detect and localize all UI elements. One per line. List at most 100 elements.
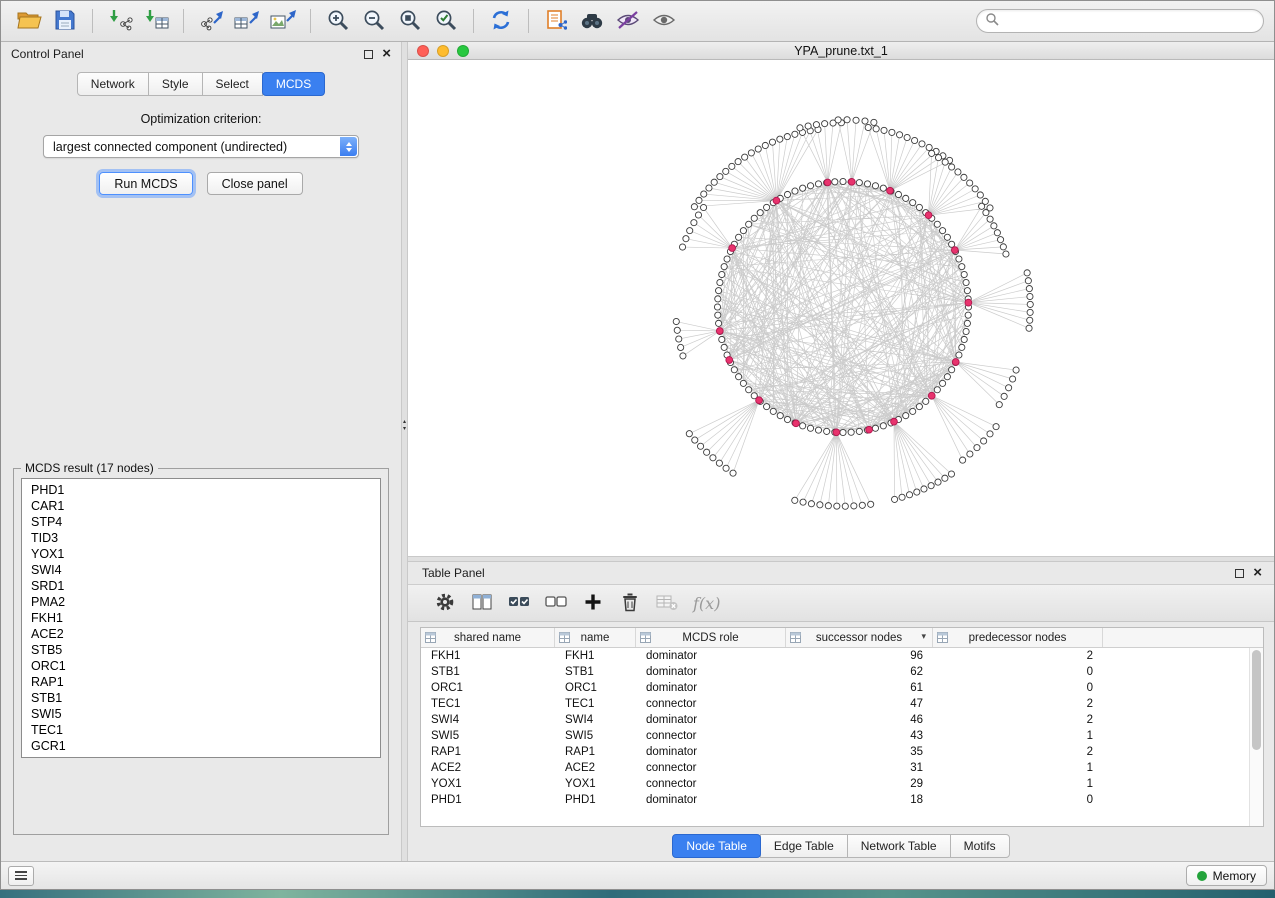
network-node[interactable]: [691, 220, 697, 226]
network-node[interactable]: [868, 501, 874, 507]
mcds-node-item[interactable]: RAP1: [22, 674, 380, 690]
network-node[interactable]: [964, 288, 970, 294]
share-document-button[interactable]: [538, 6, 574, 37]
network-node[interactable]: [983, 209, 989, 215]
column-grid-icon[interactable]: [559, 632, 570, 646]
network-node[interactable]: [714, 304, 720, 310]
float-panel-icon[interactable]: [364, 50, 373, 59]
network-node[interactable]: [880, 423, 886, 429]
gear-button[interactable]: [430, 589, 460, 617]
network-node[interactable]: [967, 451, 973, 457]
network-node[interactable]: [916, 204, 922, 210]
splitter-grip-icon[interactable]: ▴▾: [402, 419, 407, 433]
open-folder-button[interactable]: [11, 6, 47, 37]
network-node[interactable]: [928, 483, 934, 489]
network-node[interactable]: [815, 427, 821, 433]
column-grid-icon[interactable]: [937, 632, 948, 646]
network-node[interactable]: [724, 256, 730, 262]
network-node[interactable]: [770, 408, 776, 414]
task-history-button[interactable]: [8, 866, 34, 886]
table-row[interactable]: PHD1PHD1dominator180: [421, 792, 1263, 808]
table-row[interactable]: RAP1RAP1dominator352: [421, 744, 1263, 760]
network-node[interactable]: [1027, 317, 1033, 323]
network-node[interactable]: [813, 122, 819, 128]
column-header-successor-nodes[interactable]: successor nodes▾: [786, 628, 933, 647]
dominator-node[interactable]: [773, 197, 780, 204]
network-node[interactable]: [914, 489, 920, 495]
dominator-node[interactable]: [726, 357, 733, 364]
network-node[interactable]: [842, 503, 848, 509]
mcds-node-item[interactable]: ORC1: [22, 658, 380, 674]
network-node[interactable]: [729, 163, 735, 169]
network-node[interactable]: [757, 210, 763, 216]
split-columns-button[interactable]: [467, 589, 497, 617]
network-node[interactable]: [919, 141, 925, 147]
network-node[interactable]: [751, 215, 757, 221]
delete-row-button[interactable]: [615, 589, 645, 617]
network-node[interactable]: [923, 398, 929, 404]
network-node[interactable]: [695, 212, 701, 218]
network-node[interactable]: [963, 328, 969, 334]
network-node[interactable]: [764, 204, 770, 210]
network-node[interactable]: [864, 181, 870, 187]
tab-style[interactable]: Style: [148, 72, 203, 96]
dominator-node[interactable]: [887, 187, 894, 194]
network-node[interactable]: [683, 236, 689, 242]
network-node[interactable]: [800, 499, 806, 505]
network-node[interactable]: [899, 494, 905, 500]
panel-splitter[interactable]: ▴▾: [401, 42, 408, 861]
network-node[interactable]: [956, 352, 962, 358]
network-node[interactable]: [944, 234, 950, 240]
network-node[interactable]: [742, 154, 748, 160]
clear-checks-button[interactable]: [541, 589, 571, 617]
network-node[interactable]: [848, 429, 854, 435]
network-node[interactable]: [1024, 270, 1030, 276]
network-node[interactable]: [711, 179, 717, 185]
zoom-out-button[interactable]: [356, 6, 392, 37]
network-node[interactable]: [700, 204, 706, 210]
network-node[interactable]: [784, 134, 790, 140]
network-node[interactable]: [680, 353, 686, 359]
network-node[interactable]: [903, 413, 909, 419]
network-node[interactable]: [715, 312, 721, 318]
network-node[interactable]: [748, 150, 754, 156]
dominator-node[interactable]: [891, 418, 898, 425]
network-node[interactable]: [701, 191, 707, 197]
zoom-selected-button[interactable]: [428, 6, 464, 37]
dominator-node[interactable]: [824, 179, 831, 186]
network-node[interactable]: [834, 503, 840, 509]
zoom-in-button[interactable]: [320, 6, 356, 37]
column-header-name[interactable]: name: [555, 628, 636, 647]
network-node[interactable]: [721, 264, 727, 270]
dominator-node[interactable]: [729, 245, 736, 252]
network-node[interactable]: [949, 164, 955, 170]
dominator-node[interactable]: [756, 397, 763, 404]
export-image-button[interactable]: [265, 6, 301, 37]
network-node[interactable]: [904, 134, 910, 140]
tab-node-table[interactable]: Node Table: [672, 834, 761, 858]
network-node[interactable]: [800, 185, 806, 191]
network-node[interactable]: [994, 230, 1000, 236]
network-node[interactable]: [940, 228, 946, 234]
network-node[interactable]: [678, 344, 684, 350]
table-row[interactable]: ORC1ORC1dominator610: [421, 680, 1263, 696]
network-node[interactable]: [746, 387, 752, 393]
mcds-node-item[interactable]: STB5: [22, 642, 380, 658]
network-node[interactable]: [856, 180, 862, 186]
network-node[interactable]: [912, 137, 918, 143]
network-node[interactable]: [964, 320, 970, 326]
float-table-panel-icon[interactable]: [1235, 569, 1244, 578]
network-node[interactable]: [721, 344, 727, 350]
network-node[interactable]: [704, 449, 710, 455]
network-node[interactable]: [746, 221, 752, 227]
dominator-node[interactable]: [952, 359, 959, 366]
dominator-node[interactable]: [951, 247, 958, 254]
network-node[interactable]: [851, 503, 857, 509]
tab-network-table[interactable]: Network Table: [847, 834, 951, 858]
network-node[interactable]: [881, 127, 887, 133]
network-node[interactable]: [692, 437, 698, 443]
network-node[interactable]: [859, 502, 865, 508]
disabled-table-button[interactable]: [652, 589, 682, 617]
network-node[interactable]: [792, 131, 798, 137]
zoom-fit-button[interactable]: [392, 6, 428, 37]
